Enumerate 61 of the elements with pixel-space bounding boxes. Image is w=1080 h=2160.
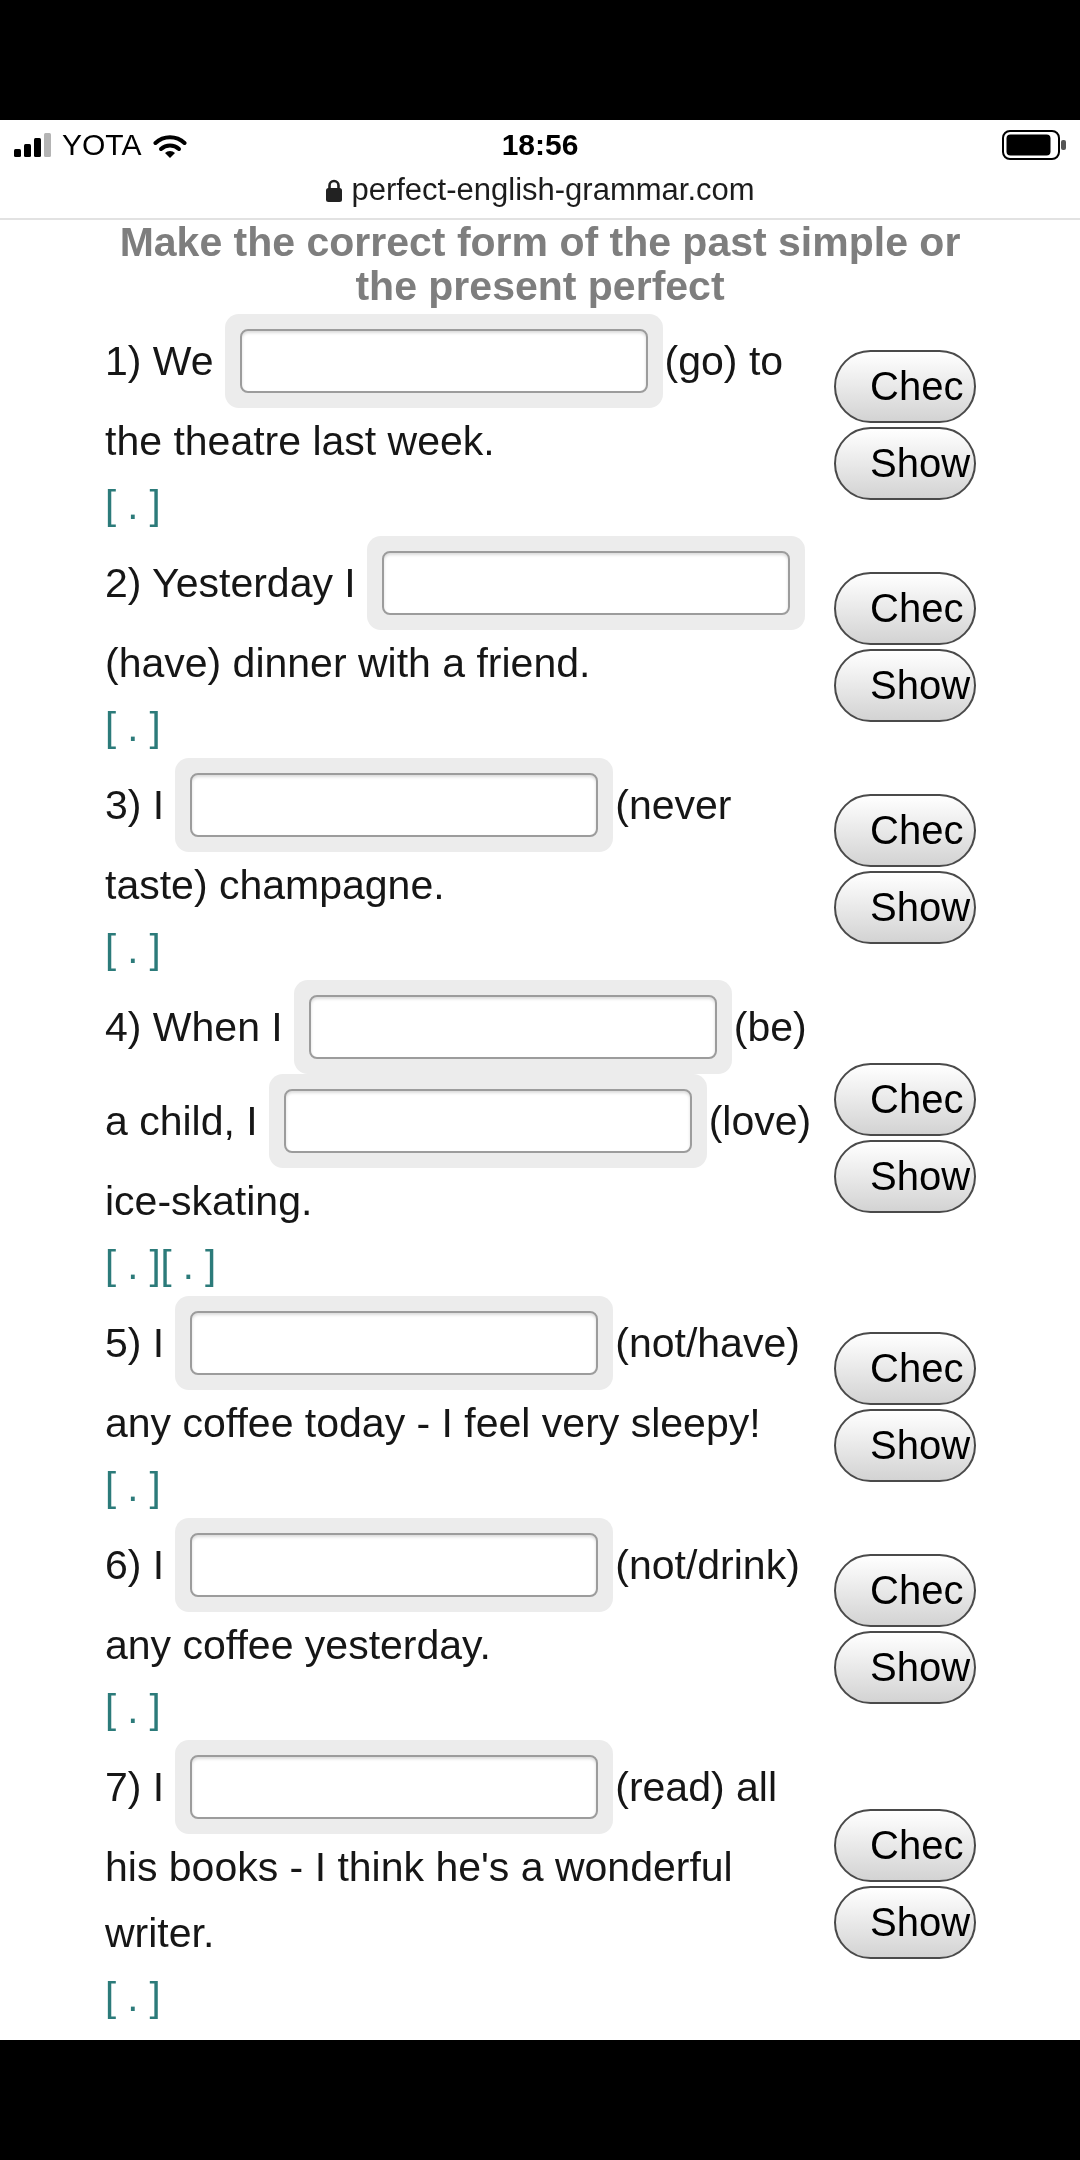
show-button[interactable]: Show xyxy=(834,1631,976,1704)
hint-link[interactable]: [ . ] xyxy=(105,704,161,750)
answer-field[interactable] xyxy=(224,314,663,408)
answer-field[interactable] xyxy=(175,1740,614,1834)
check-button[interactable]: Chec xyxy=(834,572,976,645)
show-button[interactable]: Show xyxy=(834,1409,976,1482)
hint-link[interactable]: [ . ] xyxy=(105,926,161,972)
answer-field[interactable] xyxy=(175,1296,614,1390)
show-button[interactable]: Show xyxy=(834,1886,976,1959)
exercise-text: (never xyxy=(615,781,732,829)
signal-icon xyxy=(14,133,54,157)
battery-icon xyxy=(1002,130,1066,160)
hint-link[interactable]: [ . ] xyxy=(160,1242,217,1288)
check-button[interactable]: Chec xyxy=(834,1063,976,1136)
hint-link[interactable]: [ . ] xyxy=(105,1686,161,1732)
exercise-text: 2) Yesterday I xyxy=(105,559,356,607)
hint-link[interactable]: [ . ] xyxy=(105,482,161,528)
exercise-text: any coffee yesterday. xyxy=(105,1621,491,1669)
wifi-icon xyxy=(153,132,188,158)
exercise-text: a child, I xyxy=(105,1097,258,1145)
clock-time: 18:56 xyxy=(501,128,579,162)
answer-field[interactable] xyxy=(293,980,732,1074)
check-button[interactable]: Chec xyxy=(834,794,976,867)
exercise-text: the theatre last week. xyxy=(105,417,495,465)
show-button[interactable]: Show xyxy=(834,649,976,722)
show-button[interactable]: Show xyxy=(834,871,976,944)
show-button[interactable]: Show xyxy=(834,427,976,500)
exercise-text: 1) We xyxy=(105,337,214,385)
check-button[interactable]: Chec xyxy=(834,1332,976,1405)
exercise-text: (have) dinner with a friend. xyxy=(105,639,591,687)
page-url: perfect-english-grammar.com xyxy=(351,172,755,208)
answer-field[interactable] xyxy=(175,758,614,852)
check-button[interactable]: Chec xyxy=(834,350,976,423)
hint-link[interactable]: [ . ] xyxy=(105,1464,161,1510)
exercise-text: (be) xyxy=(733,1003,807,1051)
hint-link[interactable]: [ . ] xyxy=(105,1242,161,1288)
exercise-text: 3) I xyxy=(105,781,165,829)
page-heading: Make the correct form of the past simple or the present perfect xyxy=(118,220,962,308)
exercise-text: taste) champagne. xyxy=(105,861,445,909)
exercise-text: ice-skating. xyxy=(105,1177,313,1225)
carrier-name: YOTA xyxy=(62,128,142,162)
exercise-text: 5) I xyxy=(105,1319,165,1367)
exercise-text: 4) When I xyxy=(105,1003,283,1051)
exercise-text: 7) I xyxy=(105,1763,165,1811)
exercise-text: 6) I xyxy=(105,1541,165,1589)
check-button[interactable]: Chec xyxy=(834,1554,976,1627)
exercise-text: (not/drink) xyxy=(615,1541,800,1589)
answer-field[interactable] xyxy=(175,1518,614,1612)
exercise-text: (love) xyxy=(708,1097,812,1145)
show-button[interactable]: Show xyxy=(834,1140,976,1213)
exercise-text: (go) to xyxy=(664,337,784,385)
answer-field[interactable] xyxy=(268,1074,707,1168)
exercise-text: any coffee today - I feel very sleepy! xyxy=(105,1399,761,1447)
hint-link[interactable]: [ . ] xyxy=(105,1974,161,2020)
exercise-text: writer. xyxy=(105,1909,215,1957)
check-button[interactable]: Chec xyxy=(834,1809,976,1882)
lock-icon xyxy=(325,178,344,202)
answer-field[interactable] xyxy=(366,536,805,630)
exercise-text: his books - I think he's a wonderful xyxy=(105,1843,733,1891)
exercise-text: (not/have) xyxy=(615,1319,800,1367)
exercise-text: (read) all xyxy=(615,1763,778,1811)
